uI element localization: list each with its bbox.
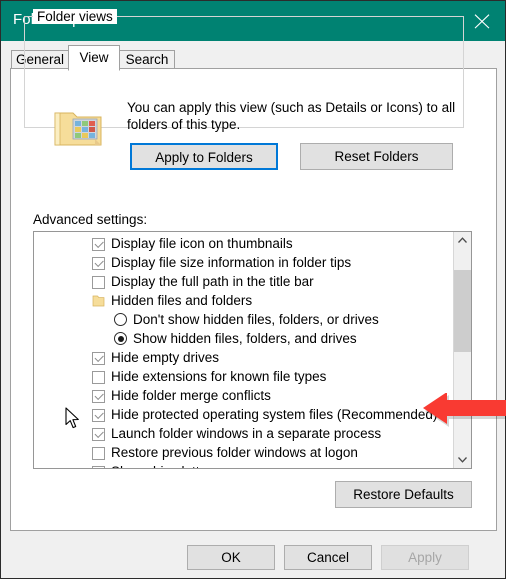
setting-row-label: Show drive letters (111, 464, 218, 468)
setting-row[interactable]: Hide extensions for known file types (34, 368, 454, 387)
setting-row[interactable]: Show hidden files, folders, and drives (34, 330, 454, 349)
checkbox-checked[interactable] (92, 390, 105, 403)
advanced-settings-label: Advanced settings: (33, 212, 148, 227)
scroll-up-button[interactable] (454, 232, 471, 249)
checkbox-checked[interactable] (92, 352, 105, 365)
radio-unselected[interactable] (114, 313, 127, 326)
scroll-down-button[interactable] (454, 451, 471, 468)
setting-row[interactable]: Restore previous folder windows at logon (34, 444, 454, 463)
close-icon (474, 14, 490, 29)
apply-button: Apply (381, 545, 469, 570)
setting-row[interactable]: Launch folder windows in a separate proc… (34, 425, 454, 444)
advanced-settings-list[interactable]: Display file icon on thumbnails Display f… (33, 231, 472, 469)
folder-icon (92, 295, 105, 307)
checkbox-unchecked[interactable] (92, 276, 105, 289)
setting-row[interactable]: Hide empty drives (34, 349, 454, 368)
setting-row-label: Hide folder merge conflicts (111, 388, 271, 403)
checkbox-unchecked[interactable] (92, 447, 105, 460)
apply-to-folders-button[interactable]: Apply to Folders (130, 143, 278, 170)
chevron-down-icon (458, 457, 467, 463)
folder-views-legend: Folder views (33, 9, 117, 24)
checkbox-checked[interactable] (92, 428, 105, 441)
setting-row[interactable]: Hide folder merge conflicts (34, 387, 454, 406)
setting-row-label: Display file size information in folder … (111, 255, 352, 270)
checkbox-checked[interactable] (92, 409, 105, 422)
setting-row-label: Hide protected operating system files (R… (111, 407, 438, 422)
cancel-button[interactable]: Cancel (284, 545, 372, 570)
setting-row-label: Hide empty drives (111, 350, 220, 365)
checkbox-unchecked[interactable] (92, 371, 105, 384)
chevron-up-icon (458, 237, 467, 243)
setting-row-label: Hide extensions for known file types (111, 369, 327, 384)
setting-row-label: Launch folder windows in a separate proc… (111, 426, 382, 441)
checkbox-checked[interactable] (92, 257, 105, 270)
close-button[interactable] (459, 1, 505, 41)
setting-row-label: Restore previous folder windows at logon (111, 445, 358, 460)
setting-row[interactable]: Display the full path in the title bar (34, 273, 454, 292)
setting-row[interactable]: Display file icon on thumbnails (34, 235, 454, 254)
setting-row[interactable]: Show drive letters (34, 463, 454, 468)
setting-row[interactable]: Display file size information in folder … (34, 254, 454, 273)
tab-view[interactable]: View (68, 45, 120, 71)
setting-row-label: Display the full path in the title bar (111, 274, 314, 289)
list-scrollbar[interactable] (453, 232, 471, 468)
setting-row[interactable]: Hide protected operating system files (R… (34, 406, 454, 425)
radio-selected[interactable] (114, 332, 127, 345)
folder-views-description: You can apply this view (such as Details… (127, 100, 456, 132)
setting-row[interactable]: Hidden files and folders (34, 292, 454, 311)
setting-row-label: Display file icon on thumbnails (111, 236, 293, 251)
folder-options-dialog: Folder Options General View Search Folde… (0, 0, 506, 579)
setting-row-label: Hidden files and folders (111, 293, 253, 308)
reset-folders-button[interactable]: Reset Folders (300, 143, 453, 170)
checkbox-checked[interactable] (92, 238, 105, 251)
restore-defaults-button[interactable]: Restore Defaults (335, 481, 472, 508)
setting-row[interactable]: Don't show hidden files, folders, or dri… (34, 311, 454, 330)
advanced-settings-rows: Display file icon on thumbnails Display f… (34, 235, 454, 468)
folder-views-icon (54, 112, 102, 146)
ok-button[interactable]: OK (187, 545, 275, 570)
setting-row-label: Show hidden files, folders, and drives (133, 331, 357, 346)
setting-row-label: Don't show hidden files, folders, or dri… (133, 312, 379, 327)
scrollbar-thumb[interactable] (454, 270, 471, 352)
checkbox-checked[interactable] (92, 466, 105, 468)
